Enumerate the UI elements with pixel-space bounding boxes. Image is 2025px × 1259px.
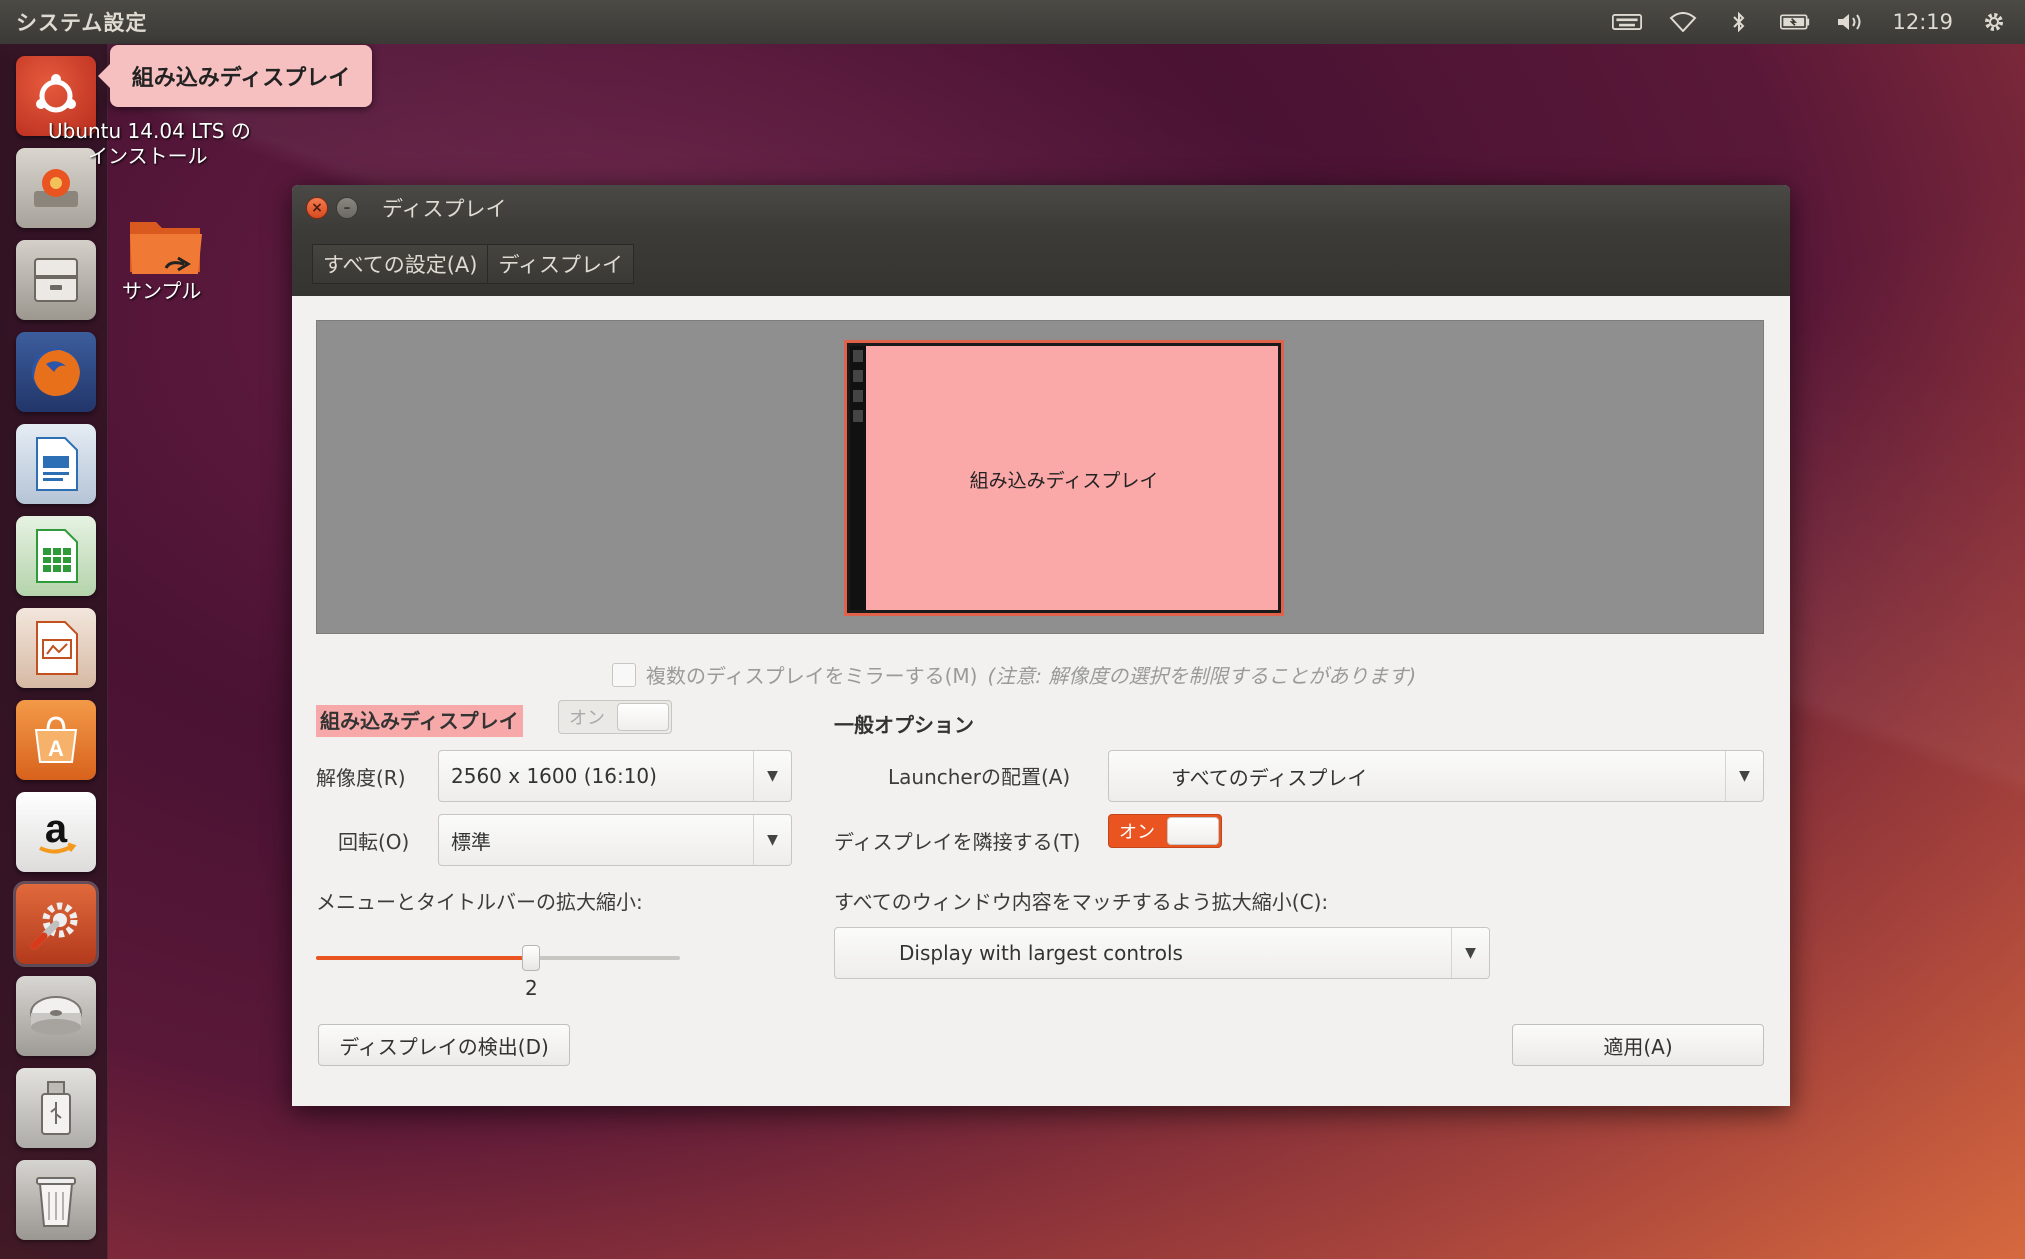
- battery-icon[interactable]: [1780, 11, 1810, 33]
- mirror-label: 複数のディスプレイをミラーする(M): [646, 664, 978, 688]
- svg-text:a: a: [45, 807, 68, 851]
- toggle-knob: [1167, 817, 1219, 845]
- installer-icon[interactable]: [16, 148, 96, 228]
- disk-icon[interactable]: [16, 976, 96, 1056]
- rotation-label: 回転(O): [338, 830, 410, 854]
- breadcrumb-display[interactable]: ディスプレイ: [488, 243, 634, 284]
- monitor-arrangement-area[interactable]: 組み込みディスプレイ: [316, 320, 1764, 634]
- scale-slider-fill: [316, 956, 531, 960]
- svg-text:A: A: [48, 736, 64, 761]
- window-titlebar[interactable]: × – ディスプレイ: [292, 185, 1790, 231]
- system-settings-icon[interactable]: [16, 884, 96, 964]
- launcher-placement-label: Launcherの配置(A): [888, 765, 1071, 789]
- chevron-down-icon: ▼: [753, 751, 791, 801]
- minimize-icon[interactable]: –: [336, 197, 358, 219]
- writer-icon[interactable]: [16, 424, 96, 504]
- folder-icon[interactable]: [126, 212, 206, 278]
- apply-button[interactable]: 適用(A): [1512, 1024, 1764, 1066]
- close-icon[interactable]: ×: [306, 197, 328, 219]
- chevron-down-icon: ▼: [753, 815, 791, 865]
- installer-desktop-label-line2[interactable]: インストール: [88, 143, 208, 169]
- sticky-edges-toggle[interactable]: オン: [1108, 814, 1222, 848]
- firefox-icon[interactable]: [16, 332, 96, 412]
- general-options-heading: 一般オプション: [834, 713, 974, 737]
- monitor-label: 組み込みディスプレイ: [969, 470, 1159, 492]
- sticky-toggle-label: オン: [1119, 822, 1155, 843]
- window-title: ディスプレイ: [382, 197, 507, 221]
- sticky-edges-label: ディスプレイを隣接する(T): [834, 830, 1081, 854]
- breadcrumb: すべての設定(A) ディスプレイ: [292, 231, 1790, 296]
- detect-displays-button[interactable]: ディスプレイの検出(D): [318, 1024, 570, 1066]
- usb-drive-icon[interactable]: [16, 1068, 96, 1148]
- files-icon[interactable]: [16, 240, 96, 320]
- amazon-icon[interactable]: a: [16, 792, 96, 872]
- rotation-value: 標準: [451, 829, 491, 854]
- mirror-checkbox[interactable]: [612, 662, 636, 687]
- chevron-down-icon: ▼: [1451, 928, 1489, 978]
- calc-icon[interactable]: [16, 516, 96, 596]
- match-scaling-value: Display with largest controls: [899, 941, 1183, 965]
- display-name: 組み込みディスプレイ: [316, 705, 523, 737]
- launcher: A a: [0, 44, 108, 1259]
- display-heading: 組み込みディスプレイ: [316, 705, 523, 737]
- window-content: 組み込みディスプレイ 複数のディスプレイをミラーする(M) (注意: 解像度の選…: [292, 296, 1790, 1106]
- monitor-preview[interactable]: 組み込みディスプレイ: [847, 343, 1281, 613]
- folder-label[interactable]: サンプル: [122, 278, 201, 304]
- breadcrumb-all-settings[interactable]: すべての設定(A): [312, 243, 489, 284]
- match-scaling-select[interactable]: Display with largest controls ▼: [834, 927, 1490, 979]
- resolution-label: 解像度(R): [316, 766, 406, 790]
- launcher-placement-value: すべてのディスプレイ: [1171, 765, 1368, 790]
- resolution-select[interactable]: 2560 x 1600 (16:10) ▼: [438, 750, 792, 802]
- display-power-toggle[interactable]: オン: [558, 700, 672, 734]
- clock[interactable]: 12:19: [1892, 10, 1953, 34]
- installer-desktop-label-line1[interactable]: Ubuntu 14.04 LTS の: [48, 118, 251, 144]
- indicator-area: 12:19: [1612, 10, 2009, 34]
- software-center-icon[interactable]: A: [16, 700, 96, 780]
- mirror-option: 複数のディスプレイをミラーする(M) (注意: 解像度の選択を制限することがあり…: [612, 660, 1416, 689]
- wifi-icon[interactable]: [1668, 11, 1698, 33]
- resolution-value: 2560 x 1600 (16:10): [451, 764, 657, 788]
- keyboard-icon[interactable]: [1612, 11, 1643, 33]
- scale-label: メニューとタイトルバーの拡大縮小:: [316, 890, 643, 914]
- display-settings-window: × – ディスプレイ すべての設定(A) ディスプレイ 組み込みディスプレイ 複…: [292, 185, 1790, 1106]
- launcher-placement-select[interactable]: すべてのディスプレイ ▼: [1108, 750, 1764, 802]
- rotation-select[interactable]: 標準 ▼: [438, 814, 792, 866]
- launcher-tooltip: 組み込みディスプレイ: [98, 45, 372, 107]
- impress-icon[interactable]: [16, 608, 96, 688]
- scale-slider-handle[interactable]: [522, 945, 540, 971]
- match-scaling-label: すべてのウィンドウ内容をマッチするよう拡大縮小(C):: [834, 890, 1329, 914]
- volume-icon[interactable]: [1836, 11, 1866, 33]
- trash-icon[interactable]: [16, 1160, 96, 1240]
- top-panel: システム設定 12:19: [0, 0, 2025, 44]
- scale-slider[interactable]: [316, 945, 680, 971]
- scale-value: 2: [525, 976, 538, 1000]
- app-title: システム設定: [16, 11, 148, 35]
- mirror-note: (注意: 解像度の選択を制限することがあります): [987, 664, 1417, 688]
- chevron-down-icon: ▼: [1725, 751, 1763, 801]
- gear-icon[interactable]: [1979, 11, 2009, 33]
- display-toggle-label: オン: [569, 708, 605, 729]
- bluetooth-icon[interactable]: [1724, 11, 1754, 33]
- toggle-knob: [617, 703, 669, 731]
